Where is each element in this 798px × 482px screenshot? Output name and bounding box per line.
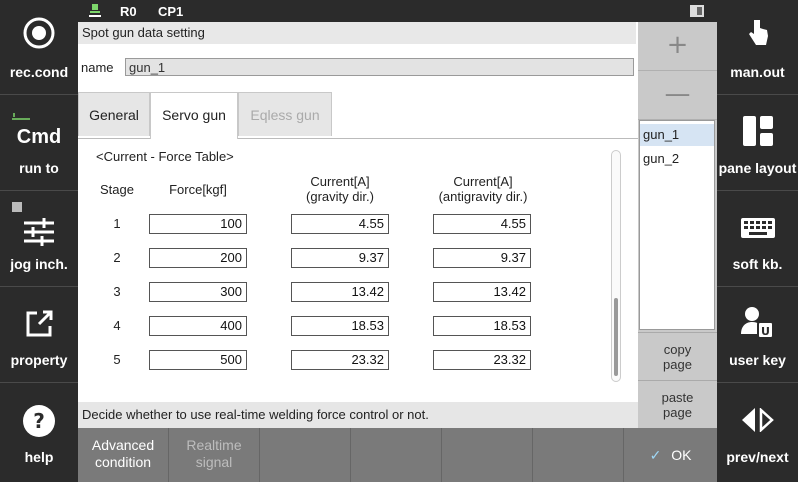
list-item-gun-2[interactable]: gun_2 bbox=[640, 148, 714, 170]
user-key-button[interactable]: U user key bbox=[717, 288, 798, 383]
soft-keyboard-button[interactable]: soft kb. bbox=[717, 192, 798, 287]
force-header: Force[kgf] bbox=[169, 182, 227, 197]
pane-layout-icon bbox=[742, 116, 773, 146]
man-out-button[interactable]: man.out bbox=[717, 0, 798, 95]
help-circle-icon: ? bbox=[23, 405, 55, 437]
status-message: Decide whether to use real-time welding … bbox=[78, 402, 638, 428]
antigravity-current-header: Current[A] (antigravity dir.) bbox=[438, 174, 528, 204]
empty-soft-button[interactable] bbox=[442, 428, 533, 482]
list-item-gun-1[interactable]: gun_1 bbox=[640, 124, 714, 146]
gravity-current-field[interactable]: 4.55 bbox=[291, 214, 389, 234]
rec-cond-button[interactable]: rec.cond bbox=[0, 0, 78, 95]
jog-indicator-square bbox=[12, 202, 22, 212]
paste-page-button[interactable]: paste page bbox=[638, 380, 717, 427]
antigravity-current-field[interactable]: 9.37 bbox=[433, 248, 531, 268]
dialog-title: Spot gun data setting bbox=[78, 22, 636, 44]
left-sidebar: rec.cond Cmd run to jog inch. property ?… bbox=[0, 0, 78, 482]
edit-box-icon bbox=[26, 310, 53, 337]
name-label: name bbox=[81, 60, 114, 75]
sliders-icon bbox=[24, 218, 54, 246]
antigravity-current-field[interactable]: 23.32 bbox=[433, 350, 531, 370]
cmd-label: Cmd bbox=[16, 126, 62, 148]
stage-number: 3 bbox=[113, 284, 121, 299]
stage-number: 2 bbox=[113, 250, 121, 265]
cmd-run-to-button[interactable]: Cmd run to bbox=[0, 96, 78, 191]
remove-gun-button[interactable]: — bbox=[638, 71, 717, 120]
name-row: name gun_1 bbox=[78, 56, 638, 80]
gun-list: gun_1 gun_2 bbox=[639, 120, 715, 330]
empty-soft-button[interactable] bbox=[260, 428, 351, 482]
program-label: CP1 bbox=[158, 4, 184, 19]
table-title: <Current - Force Table> bbox=[96, 149, 234, 164]
force-field[interactable]: 300 bbox=[149, 282, 247, 302]
tab-bar: General Servo gun Eqless gun bbox=[78, 92, 638, 139]
current-force-panel: <Current - Force Table> Stage Force[kgf]… bbox=[78, 140, 638, 398]
add-gun-button[interactable]: + bbox=[638, 22, 717, 71]
svg-text:U: U bbox=[761, 325, 770, 338]
tab-eqless-gun[interactable]: Eqless gun bbox=[238, 92, 332, 136]
help-button[interactable]: ? help bbox=[0, 384, 78, 479]
table-scrollbar[interactable] bbox=[611, 150, 621, 382]
right-sidebar: man.out pane layout soft kb. U user key … bbox=[717, 0, 798, 482]
gravity-current-field[interactable]: 18.53 bbox=[291, 316, 389, 336]
realtime-signal-button[interactable]: Realtime signal bbox=[169, 428, 260, 482]
stage-number: 1 bbox=[113, 216, 121, 231]
keyboard-icon bbox=[740, 218, 775, 238]
empty-soft-button[interactable] bbox=[533, 428, 624, 482]
user-key-icon: U bbox=[740, 307, 774, 339]
ok-button[interactable]: ✓ OK bbox=[624, 428, 717, 482]
robot-icon bbox=[89, 4, 101, 17]
gravity-current-field[interactable]: 23.32 bbox=[291, 350, 389, 370]
force-field[interactable]: 100 bbox=[149, 214, 247, 234]
tab-general[interactable]: General bbox=[78, 92, 150, 136]
antigravity-current-field[interactable]: 4.55 bbox=[433, 214, 531, 234]
prev-next-button[interactable]: prev/next bbox=[717, 384, 798, 479]
check-icon: ✓ bbox=[649, 447, 662, 463]
tab-servo-gun[interactable]: Servo gun bbox=[150, 92, 238, 139]
scrollbar-thumb[interactable] bbox=[614, 298, 618, 376]
gun-list-panel: + — gun_1 gun_2 copy page paste page bbox=[638, 22, 717, 428]
record-circle-icon bbox=[23, 17, 55, 49]
status-top-bar: R0 CP1 bbox=[78, 0, 717, 22]
gravity-current-field[interactable]: 13.42 bbox=[291, 282, 389, 302]
property-button[interactable]: property bbox=[0, 288, 78, 383]
name-input[interactable]: gun_1 bbox=[125, 58, 634, 76]
stage-number: 5 bbox=[113, 352, 121, 367]
memory-icon bbox=[690, 5, 704, 17]
gravity-current-header: Current[A] (gravity dir.) bbox=[306, 174, 374, 204]
stage-number: 4 bbox=[113, 318, 121, 333]
prev-next-arrows-icon bbox=[741, 408, 774, 432]
bottom-toolbar: Advanced condition Realtime signal ✓ OK bbox=[78, 428, 717, 482]
empty-soft-button[interactable] bbox=[351, 428, 442, 482]
cmd-icon bbox=[12, 113, 30, 120]
pane-layout-button[interactable]: pane layout bbox=[717, 96, 798, 191]
copy-page-button[interactable]: copy page bbox=[638, 332, 717, 379]
svg-text:?: ? bbox=[33, 409, 45, 433]
stage-header: Stage bbox=[100, 182, 134, 197]
gravity-current-field[interactable]: 9.37 bbox=[291, 248, 389, 268]
antigravity-current-field[interactable]: 18.53 bbox=[433, 316, 531, 336]
advanced-condition-button[interactable]: Advanced condition bbox=[78, 428, 169, 482]
robot-label: R0 bbox=[120, 4, 137, 19]
force-field[interactable]: 500 bbox=[149, 350, 247, 370]
hand-pointer-icon bbox=[748, 20, 768, 45]
jog-inch-button[interactable]: jog inch. bbox=[0, 192, 78, 287]
force-field[interactable]: 400 bbox=[149, 316, 247, 336]
spot-gun-dialog: Spot gun data setting name gun_1 General… bbox=[78, 22, 638, 428]
force-field[interactable]: 200 bbox=[149, 248, 247, 268]
antigravity-current-field[interactable]: 13.42 bbox=[433, 282, 531, 302]
